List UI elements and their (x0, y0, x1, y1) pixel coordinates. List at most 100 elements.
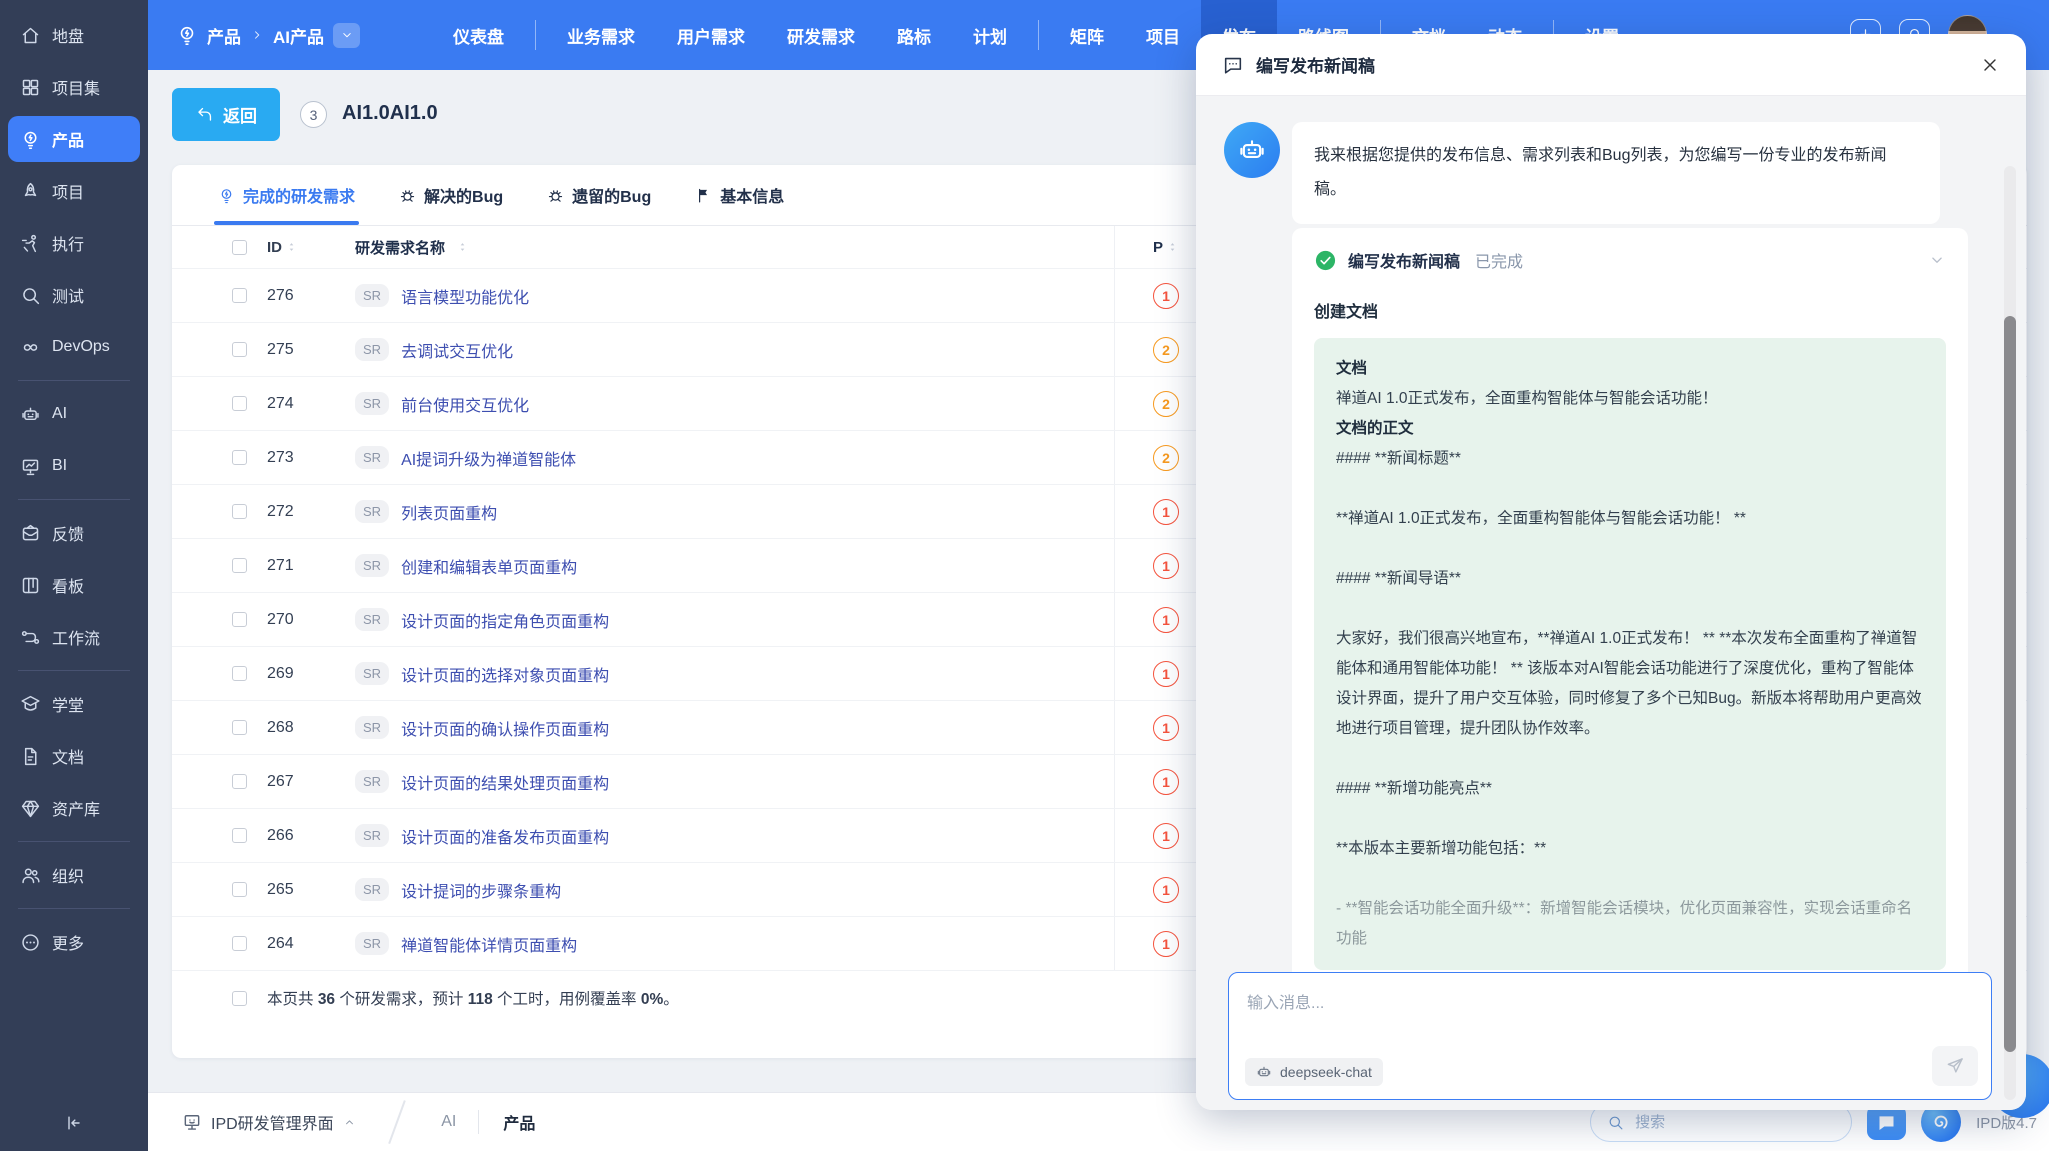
row-checkbox[interactable] (232, 450, 247, 465)
column-name-label[interactable]: 研发需求名称 (355, 237, 445, 258)
top-menu-item[interactable]: 项目 (1125, 0, 1201, 70)
workspace-switcher[interactable]: IPD研发管理界面 (182, 1110, 356, 1134)
page-title: AI1.0AI1.0 (342, 102, 438, 124)
sidebar-item[interactable]: DevOps (8, 324, 140, 370)
chat-scrollbar-thumb[interactable] (2004, 316, 2016, 1052)
top-menu-item-label: 用户需求 (677, 27, 745, 47)
summary-segment: 36 (317, 991, 336, 1008)
sidebar-item[interactable]: 资产库 (8, 785, 140, 831)
row-checkbox[interactable] (232, 504, 247, 519)
row-checkbox[interactable] (232, 936, 247, 951)
sidebar-item[interactable]: 项目集 (8, 64, 140, 110)
sort-icon[interactable] (457, 239, 468, 255)
detail-tab[interactable]: 解决的Bug (399, 165, 503, 225)
product-switcher[interactable] (333, 22, 360, 48)
collapse-chevron-icon[interactable] (1928, 251, 1946, 269)
top-menu-item[interactable]: 研发需求 (766, 0, 876, 70)
chat-panel-body: 我来根据您提供的发布信息、需求列表和Bug列表，为您编写一份专业的发布新闻稿。 … (1196, 96, 2026, 1110)
row-checkbox[interactable] (232, 396, 247, 411)
sidebar-item[interactable]: 工作流 (8, 614, 140, 660)
statusbar-tab[interactable]: 产品 (478, 1110, 551, 1134)
row-checkbox[interactable] (232, 288, 247, 303)
summary-checkbox[interactable] (232, 990, 247, 1006)
column-id-label[interactable]: ID (267, 239, 282, 256)
sidebar-item[interactable] (18, 908, 130, 909)
requirement-name-link[interactable]: 设计页面的结果处理页面重构 (401, 770, 609, 794)
top-menu-item[interactable]: 计划 (952, 0, 1028, 70)
detail-tab[interactable]: 完成的研发需求 (213, 165, 360, 225)
sidebar-item[interactable]: 项目 (8, 168, 140, 214)
requirement-name-link[interactable]: 设计页面的准备发布页面重构 (401, 824, 609, 848)
tab-label: 遗留的Bug (572, 189, 652, 206)
sidebar-item-label: 文档 (52, 750, 85, 767)
requirement-name-link[interactable]: 设计页面的选择对象页面重构 (401, 662, 609, 686)
requirement-name-link[interactable]: 前台使用交互优化 (401, 392, 529, 416)
search-input[interactable] (1633, 1112, 1814, 1132)
detail-tab[interactable]: 遗留的Bug (547, 165, 651, 225)
sr-tag: SR (355, 284, 390, 307)
top-menu-item[interactable]: 仪表盘 (432, 0, 525, 70)
requirement-name-link[interactable]: AI提词升级为禅道智能体 (401, 446, 576, 470)
collapse-icon[interactable] (64, 1113, 84, 1133)
sort-icon[interactable] (1167, 239, 1178, 255)
close-icon[interactable] (1980, 55, 2000, 75)
sidebar-item[interactable] (18, 841, 130, 842)
requirement-name-link[interactable]: 设计页面的指定角色页面重构 (401, 608, 609, 632)
sidebar-item[interactable]: AI (8, 391, 140, 437)
top-menu-item[interactable]: 用户需求 (656, 0, 766, 70)
requirement-id: 274 (267, 394, 294, 412)
row-checkbox[interactable] (232, 612, 247, 627)
row-checkbox[interactable] (232, 666, 247, 681)
requirement-name-link[interactable]: 列表页面重构 (401, 500, 497, 524)
sort-icon[interactable] (286, 239, 297, 255)
requirement-name-link[interactable]: 设计提词的步骤条重构 (401, 878, 561, 902)
sidebar-item[interactable] (18, 380, 130, 381)
sidebar-item[interactable]: 文档 (8, 733, 140, 779)
bot-intro-message: 我来根据您提供的发布信息、需求列表和Bug列表，为您编写一份专业的发布新闻稿。 (1292, 122, 1940, 224)
top-menu-item[interactable]: 业务需求 (546, 0, 656, 70)
sidebar-item-label: 项目 (52, 185, 85, 202)
breadcrumb-current[interactable]: AI产品 (273, 23, 324, 48)
sidebar-item[interactable]: 地盘 (8, 12, 140, 58)
sidebar-item[interactable]: 组织 (8, 852, 140, 898)
sidebar-item[interactable]: 产品 (8, 116, 140, 162)
summary-segment: 本页共 (267, 991, 318, 1008)
top-menu-item[interactable]: 矩阵 (1049, 0, 1125, 70)
model-selector[interactable]: deepseek-chat (1245, 1058, 1383, 1086)
top-menu-item[interactable] (1038, 20, 1039, 50)
sidebar-item[interactable]: 更多 (8, 919, 140, 965)
requirement-name-link[interactable]: 设计页面的确认操作页面重构 (401, 716, 609, 740)
detail-tab[interactable]: 基本信息 (695, 165, 784, 225)
row-checkbox[interactable] (232, 720, 247, 735)
breadcrumb-root[interactable]: 产品 (207, 23, 241, 48)
requirement-name-link[interactable]: 创建和编辑表单页面重构 (401, 554, 577, 578)
chat-scrollbar-track[interactable] (2004, 166, 2016, 1100)
row-checkbox[interactable] (232, 774, 247, 789)
row-checkbox[interactable] (232, 882, 247, 897)
sidebar-item[interactable]: BI (8, 443, 140, 489)
release-count-badge: 3 (300, 101, 327, 128)
sidebar-item[interactable]: 反馈 (8, 510, 140, 556)
statusbar-tab[interactable]: AI (425, 1113, 472, 1131)
requirement-name-link[interactable]: 禅道智能体详情页面重构 (401, 932, 577, 956)
sidebar-item[interactable] (18, 499, 130, 500)
row-checkbox[interactable] (232, 558, 247, 573)
message-input[interactable] (1245, 987, 1975, 1045)
sidebar-item[interactable]: 测试 (8, 272, 140, 318)
row-checkbox[interactable] (232, 828, 247, 843)
top-menu-item[interactable]: 路标 (876, 0, 952, 70)
requirement-name-link[interactable]: 去调试交互优化 (401, 338, 513, 362)
back-button[interactable]: 返回 (172, 88, 280, 141)
sidebar-item[interactable]: 看板 (8, 562, 140, 608)
select-all-checkbox[interactable] (232, 239, 247, 255)
row-checkbox[interactable] (232, 342, 247, 357)
sidebar-item[interactable] (18, 670, 130, 671)
sidebar-item[interactable]: 执行 (8, 220, 140, 266)
column-priority-label[interactable]: P (1153, 239, 1163, 256)
send-button[interactable] (1932, 1046, 1978, 1086)
top-menu-item[interactable] (535, 20, 536, 50)
sr-tag: SR (355, 770, 390, 793)
requirement-name-link[interactable]: 语言模型功能优化 (401, 284, 529, 308)
doc-section-heading: 创建文档 (1314, 304, 1379, 321)
sidebar-item[interactable]: 学堂 (8, 681, 140, 727)
